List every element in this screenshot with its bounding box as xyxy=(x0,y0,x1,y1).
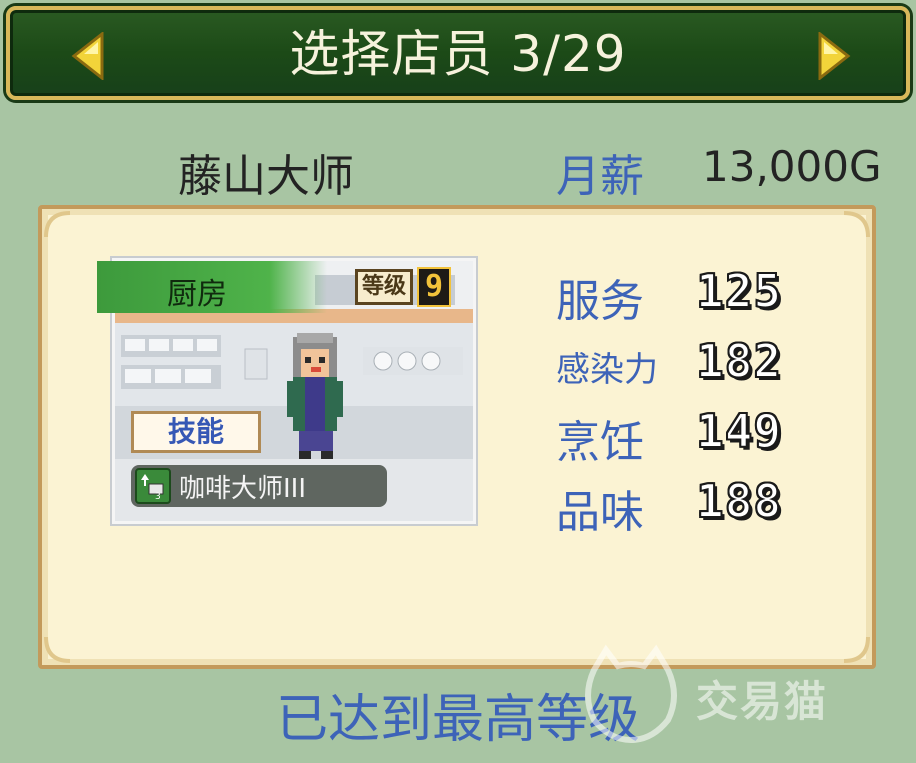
cat-watermark-icon xyxy=(585,644,677,744)
cup-upgrade-icon: 3 xyxy=(135,468,171,504)
salary-value: 13,000G xyxy=(702,142,882,191)
corner-ornament-icon xyxy=(44,211,71,238)
level-badge: 等级 9 xyxy=(355,267,452,307)
svg-text:3: 3 xyxy=(155,492,161,500)
stat-label-taste: 品味 xyxy=(556,487,644,538)
stat-value-charisma: 182 xyxy=(695,334,783,388)
stat-value-cooking: 149 xyxy=(695,404,783,458)
stat-value-taste: 188 xyxy=(695,474,783,528)
department-tab: 厨房 xyxy=(97,261,327,313)
watermark-text: 交易猫 xyxy=(696,677,829,726)
level-label: 等级 xyxy=(355,269,414,305)
header-banner: 选择店员 3/29 xyxy=(6,6,910,100)
staff-portrait-card[interactable]: 厨房 等级 9 技能 3 咖啡大师III xyxy=(97,258,476,524)
level-value: 9 xyxy=(417,267,452,307)
stat-label-charisma: 感染力 xyxy=(556,350,658,390)
stat-label-cooking: 烹饪 xyxy=(556,417,644,468)
skill-name: 咖啡大师III xyxy=(179,473,307,504)
stat-value-service: 125 xyxy=(695,264,783,318)
triangle-right-icon xyxy=(818,32,851,80)
corner-ornament-icon xyxy=(44,636,71,663)
skill-bar[interactable]: 3 咖啡大师III xyxy=(131,465,387,507)
next-staff-button[interactable] xyxy=(812,30,856,82)
skill-tag: 技能 xyxy=(131,411,261,453)
page-title: 选择店员 3/29 xyxy=(289,25,627,83)
corner-ornament-icon xyxy=(843,211,870,238)
salary-label: 月薪 xyxy=(556,151,644,202)
department-label: 厨房 xyxy=(167,277,227,312)
staff-name: 藤山大师 xyxy=(178,151,354,202)
corner-ornament-icon xyxy=(843,636,870,663)
stat-label-service: 服务 xyxy=(556,276,644,327)
